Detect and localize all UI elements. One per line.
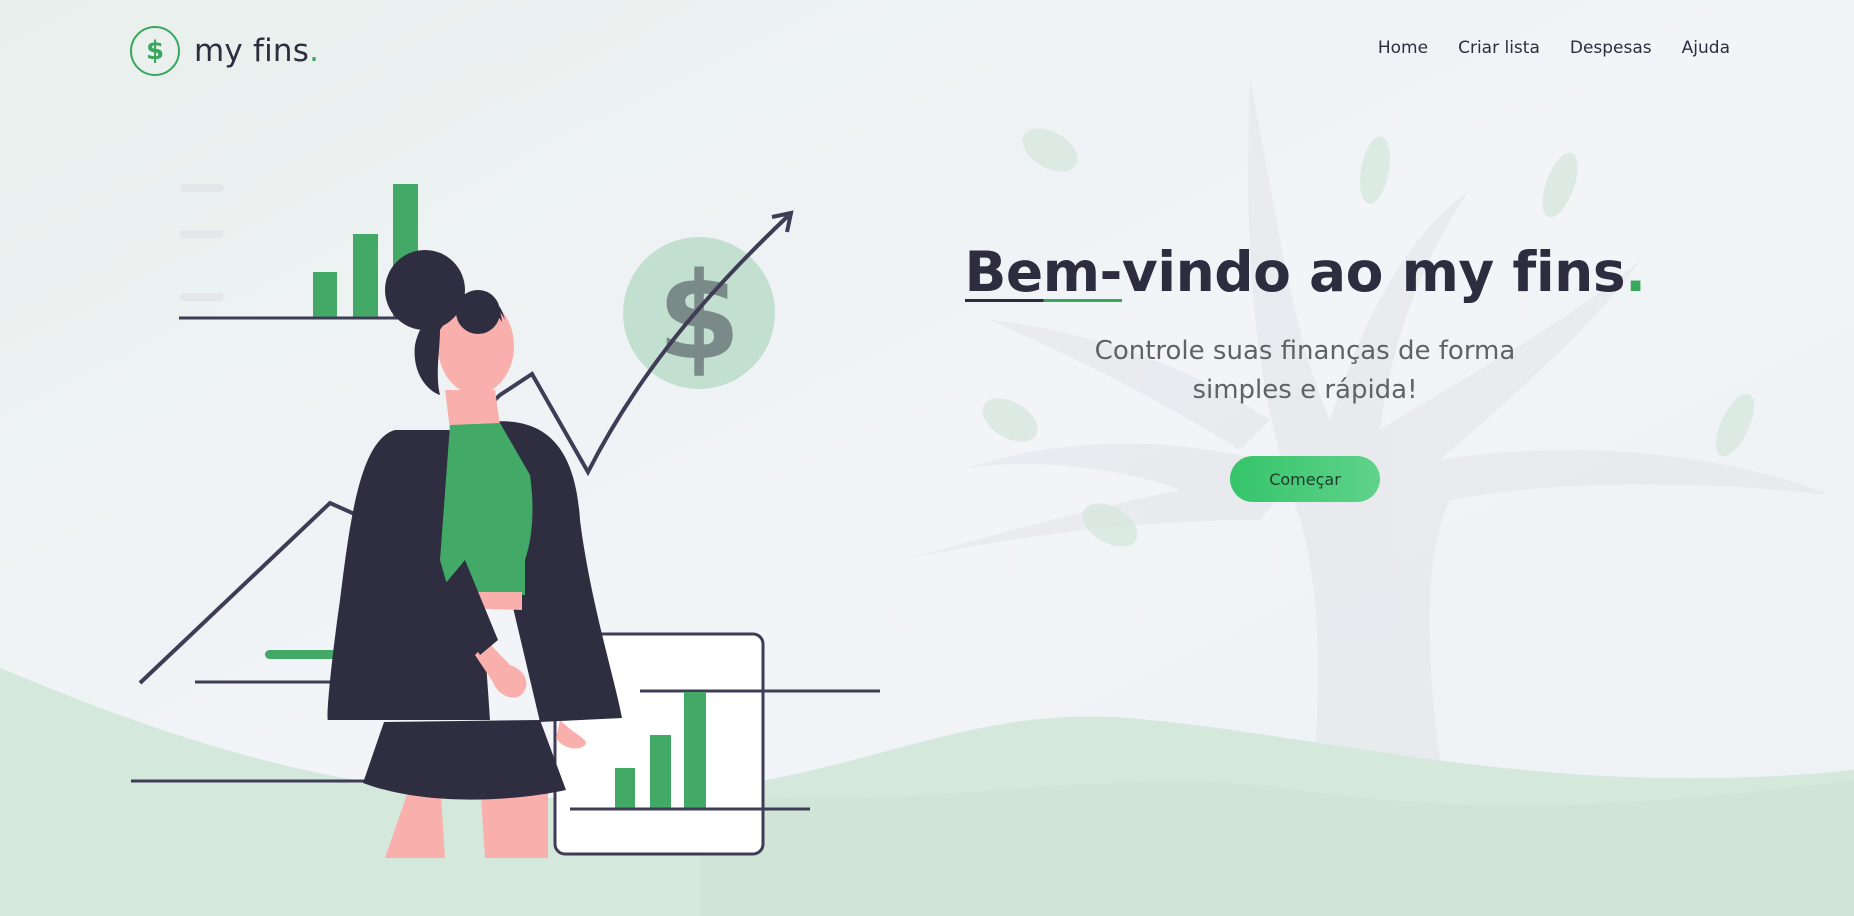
nav-criar-lista[interactable]: Criar lista bbox=[1458, 38, 1540, 58]
hero-title-underlined: Bem- bbox=[964, 240, 1122, 304]
brand-text: my fins bbox=[194, 33, 310, 69]
dollar-logo-icon: $ bbox=[130, 26, 180, 76]
brand-dot: . bbox=[309, 33, 320, 69]
brand-name: my fins. bbox=[194, 33, 319, 69]
hero-title-rest: vindo ao my fins bbox=[1121, 240, 1626, 304]
hero-title-dot: . bbox=[1625, 240, 1646, 304]
start-button[interactable]: Começar bbox=[1230, 456, 1380, 502]
nav-despesas[interactable]: Despesas bbox=[1570, 38, 1652, 58]
hero-subtitle: Controle suas finanças de forma simples … bbox=[1094, 336, 1516, 405]
brand-logo[interactable]: $ my fins. bbox=[130, 26, 319, 76]
nav-ajuda[interactable]: Ajuda bbox=[1682, 38, 1730, 58]
hero-title: Bem-vindo ao my fins. bbox=[890, 240, 1720, 304]
nav-home[interactable]: Home bbox=[1378, 38, 1428, 58]
hero-section: Bem-vindo ao my fins. Controle suas fina… bbox=[890, 240, 1720, 502]
coin-symbol: $ bbox=[657, 248, 741, 387]
main-nav: Home Criar lista Despesas Ajuda bbox=[1378, 38, 1730, 58]
